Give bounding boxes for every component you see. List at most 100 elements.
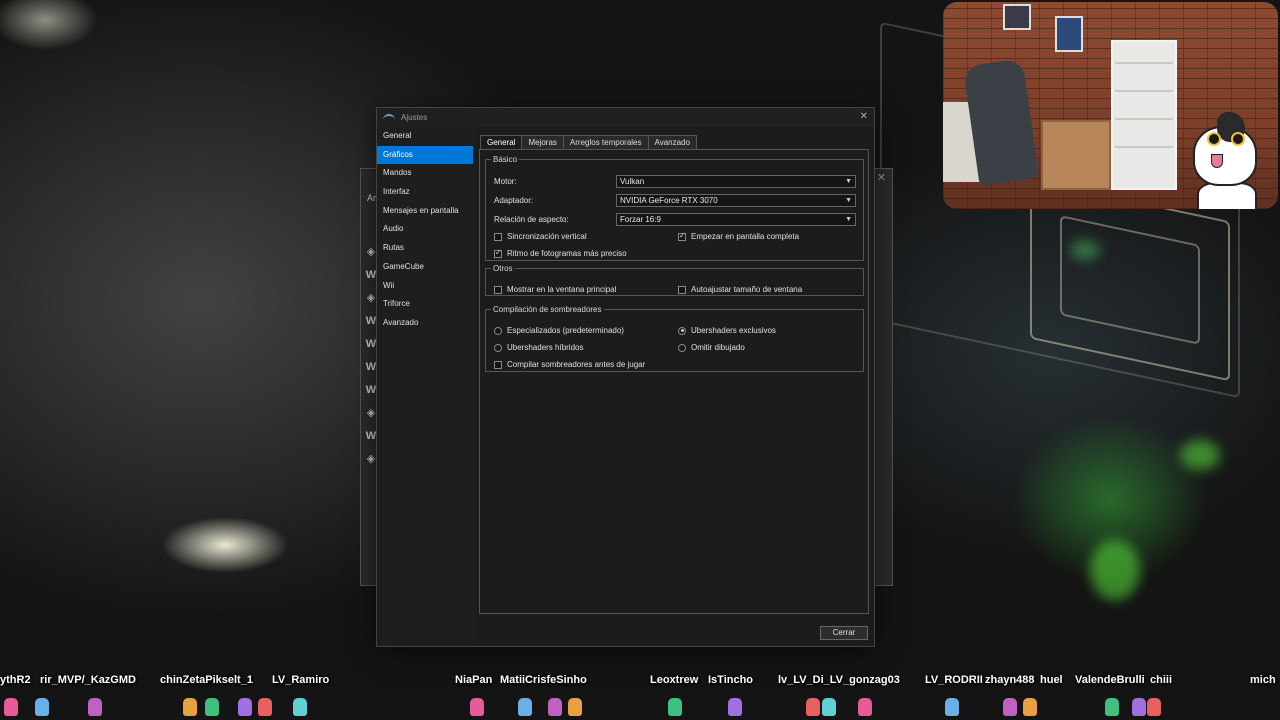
aspect-label: Relación de aspecto:	[494, 215, 569, 224]
chat-avatar-sprite	[822, 698, 836, 716]
checkbox-box	[678, 285, 686, 294]
radio-dot	[494, 326, 502, 335]
chat-avatar-sprite	[728, 698, 742, 716]
tab-bar: General Mejoras Arreglos temporales Avanzad…	[480, 135, 697, 150]
chat-username: ythR2	[0, 674, 31, 686]
chat-avatar-sprite	[518, 698, 532, 716]
group-others: Otros Mostrar en la ventana principal Au…	[485, 264, 864, 296]
ubershaders-hybrid-radio[interactable]: Ubershaders híbridos	[494, 343, 583, 352]
chat-avatar-sprite	[35, 698, 49, 716]
chat-avatar-sprite	[293, 698, 307, 716]
specialized-label: Especializados (predeterminado)	[507, 326, 624, 335]
chat-username: MatiiCrisfeSinho	[500, 674, 587, 686]
chat-username: LV_Ramiro	[272, 674, 330, 686]
radio-dot	[494, 343, 502, 352]
fullscreen-checkbox[interactable]: Empezar en pantalla completa	[678, 231, 800, 241]
chevron-down-icon: ▼	[845, 197, 852, 204]
chat-username: Leoxtrew	[650, 674, 699, 686]
chat-avatar-sprite	[858, 698, 872, 716]
checkbox-box	[494, 232, 502, 241]
chat-username: LV_RODRII	[925, 674, 983, 686]
dialog-title: Ajustes	[401, 113, 428, 122]
compile-before-label: Compilar sombreadores antes de jugar	[507, 360, 646, 369]
chat-avatar-sprite	[1023, 698, 1037, 716]
chat-avatar-sprite	[470, 698, 484, 716]
ubershaders-exclusive-radio[interactable]: Ubershaders exclusivos	[678, 326, 776, 335]
precise-fps-checkbox[interactable]: Ritmo de fotogramas más preciso	[494, 248, 627, 258]
close-button[interactable]: Cerrar	[820, 626, 868, 640]
sidebar-item-interfaz[interactable]: Interfaz	[377, 183, 474, 202]
sidebar-item-gamecube[interactable]: GameCube	[377, 258, 474, 277]
vsync-label: Sincronización vertical	[507, 232, 587, 241]
ubershaders-exclusive-label: Ubershaders exclusivos	[691, 326, 776, 335]
radio-dot	[678, 343, 686, 352]
chat-avatar-sprite	[183, 698, 197, 716]
sidebar-item-general[interactable]: General	[377, 127, 474, 146]
settings-sidebar: General Gráficos Mandos Interfaz Mensajes en…	[377, 127, 474, 646]
tab-avanzado[interactable]: Avanzado	[647, 135, 697, 149]
sidebar-item-rutas[interactable]: Rutas	[377, 239, 474, 258]
sidebar-item-mandos[interactable]: Mandos	[377, 164, 474, 183]
fullscreen-label: Empezar en pantalla completa	[691, 232, 800, 241]
show-main-window-label: Mostrar en la ventana principal	[507, 285, 617, 294]
chat-avatar-sprite	[945, 698, 959, 716]
chat-avatar-sprite	[258, 698, 272, 716]
chat-avatar-sprite	[205, 698, 219, 716]
tab-general[interactable]: General	[480, 135, 523, 150]
chat-avatar-sprite	[238, 698, 252, 716]
sidebar-item-gráficos[interactable]: Gráficos	[377, 145, 473, 165]
sidebar-item-mensajes-en-pantalla[interactable]: Mensajes en pantalla	[377, 202, 474, 221]
chat-username: ValendeBrulli	[1075, 674, 1145, 686]
chat-username: NiaPan	[455, 674, 493, 686]
chat-avatar-sprite	[548, 698, 562, 716]
checkbox-box	[494, 248, 502, 258]
dolphin-icon	[383, 113, 395, 122]
adapter-value: NVIDIA GeForce RTX 3070	[620, 196, 718, 205]
vsync-checkbox[interactable]: Sincronización vertical	[494, 232, 587, 241]
webcam-overlay	[943, 2, 1278, 209]
group-others-title: Otros	[493, 264, 513, 273]
sidebar-item-avanzado[interactable]: Avanzado	[377, 314, 474, 333]
chat-username: lv_LV_Di_LV_gonzag03	[778, 674, 900, 686]
chat-avatar-sprite	[568, 698, 582, 716]
settings-content: General Mejoras Arreglos temporales Avanzad…	[474, 127, 874, 646]
tab-arreglos-temporales[interactable]: Arreglos temporales	[562, 135, 649, 149]
chat-avatar-sprite	[668, 698, 682, 716]
radio-dot	[678, 326, 686, 335]
close-icon[interactable]: ✕	[860, 111, 868, 122]
checkbox-box	[494, 285, 502, 294]
adapter-select[interactable]: NVIDIA GeForce RTX 3070 ▼	[616, 194, 856, 207]
chat-avatar-sprite	[1147, 698, 1161, 716]
specialized-radio[interactable]: Especializados (predeterminado)	[494, 326, 624, 335]
ubershaders-hybrid-label: Ubershaders híbridos	[507, 343, 584, 352]
chat-avatar-sprite	[1105, 698, 1119, 716]
precise-fps-label: Ritmo de fotogramas más preciso	[507, 249, 627, 258]
motor-select[interactable]: Vulkan ▼	[616, 175, 856, 188]
close-icon[interactable]: ✕	[877, 171, 886, 184]
chat-avatar-sprite	[1003, 698, 1017, 716]
sidebar-item-audio[interactable]: Audio	[377, 220, 474, 239]
chat-avatar-sprite	[1132, 698, 1146, 716]
chat-avatar-sprite	[88, 698, 102, 716]
cat-avatar	[1183, 112, 1273, 209]
settings-dialog: Ajustes ✕ General Gráficos Mandos Interfaz M…	[376, 107, 875, 647]
group-basic-title: Básico	[493, 155, 518, 164]
skip-drawing-radio[interactable]: Omitir dibujado	[678, 343, 745, 352]
chat-username: zhayn488	[985, 674, 1035, 686]
chat-overlay: ythR2 rir_MVP/_KazGMD chinZetaPikselt_1 LV_…	[0, 668, 1280, 720]
group-basic: Básico Motor: Vulkan ▼ Adaptador: NVIDIA…	[485, 155, 864, 261]
compile-before-checkbox[interactable]: Compilar sombreadores antes de jugar	[494, 360, 645, 369]
group-shader-compilation: Compilación de sombreadores Especializad…	[485, 305, 864, 372]
chat-username: rir_MVP/_KazGMD	[40, 674, 136, 686]
sidebar-item-wii[interactable]: Wii	[377, 277, 474, 296]
chat-username: IsTincho	[708, 674, 754, 686]
aspect-select[interactable]: Forzar 16:9 ▼	[616, 213, 856, 226]
tab-panel-general: Básico Motor: Vulkan ▼ Adaptador: NVIDIA…	[479, 149, 869, 614]
tab-mejoras[interactable]: Mejoras	[521, 135, 564, 149]
sidebar-item-triforce[interactable]: Triforce	[377, 295, 474, 314]
group-shader-title: Compilación de sombreadores	[493, 305, 602, 314]
title-bar[interactable]: Ajustes ✕	[377, 108, 874, 127]
auto-resize-checkbox[interactable]: Autoajustar tamaño de ventana	[678, 285, 802, 294]
show-main-window-checkbox[interactable]: Mostrar en la ventana principal	[494, 285, 616, 294]
checkbox-box	[494, 360, 502, 369]
